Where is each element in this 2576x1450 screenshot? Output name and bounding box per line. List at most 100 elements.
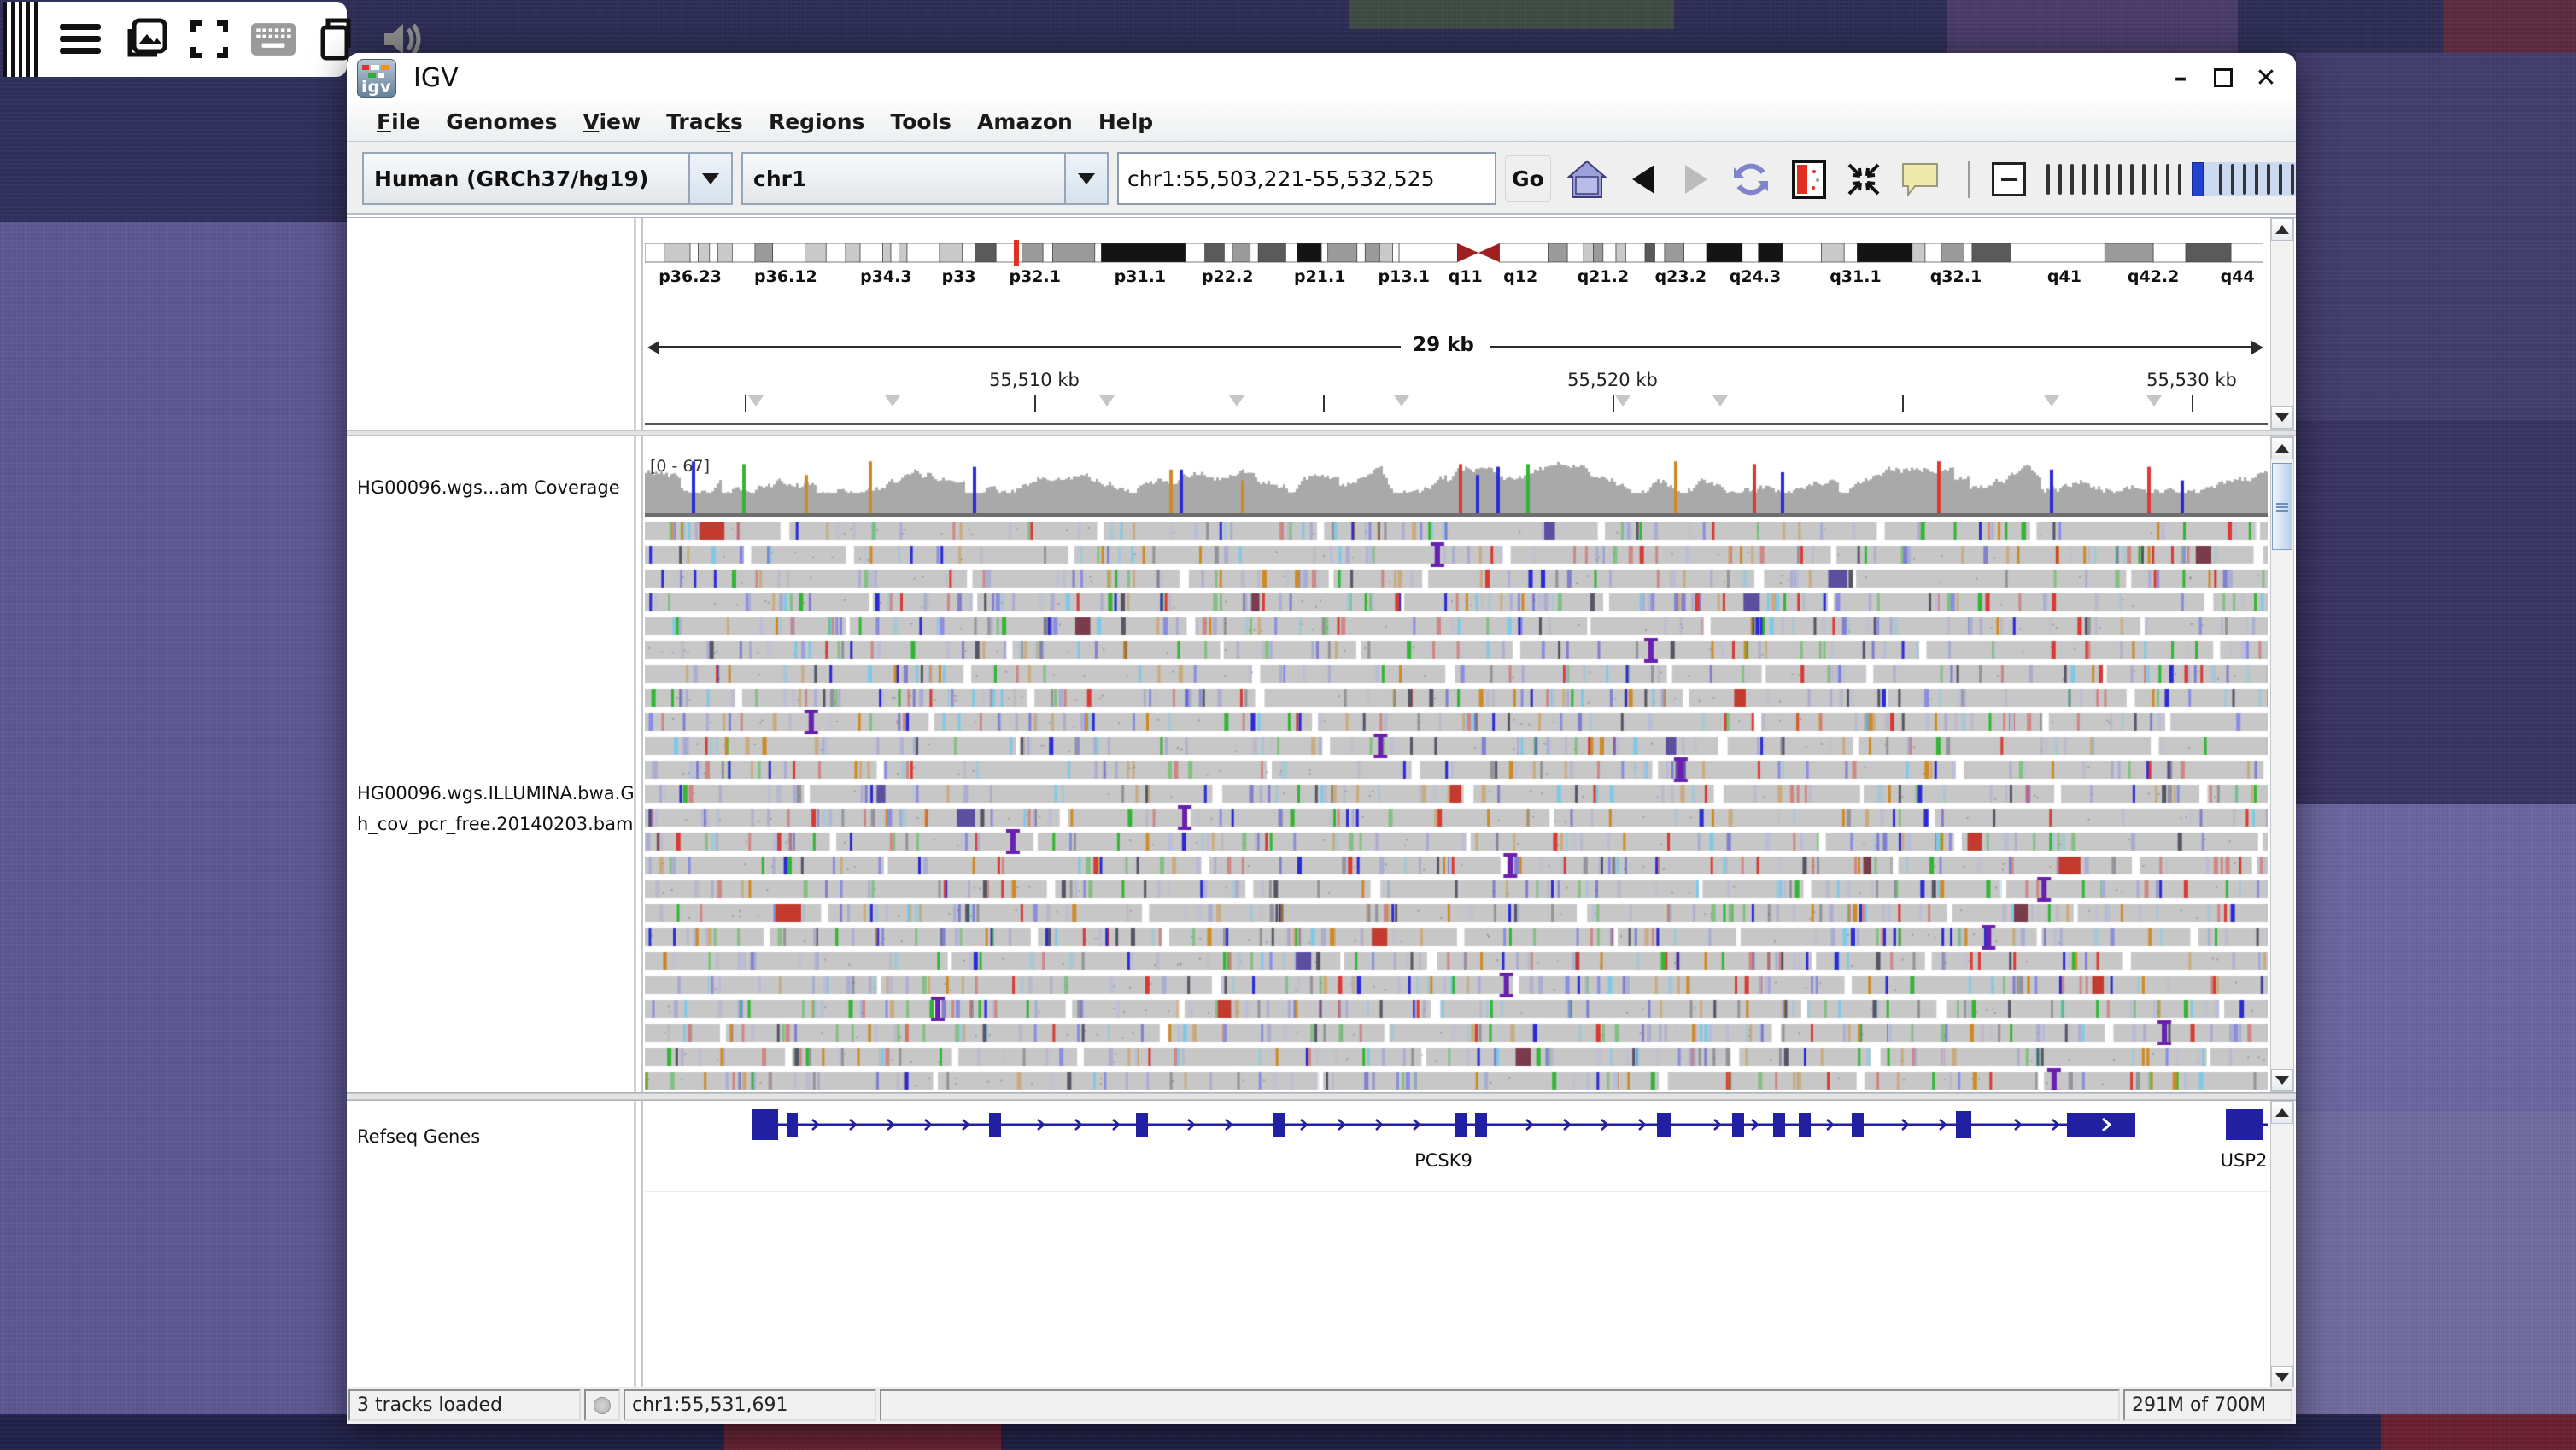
- zoom-minus-icon[interactable]: [1992, 162, 2026, 196]
- go-button[interactable]: Go: [1505, 155, 1551, 202]
- menu-tools[interactable]: Tools: [877, 109, 964, 134]
- menu-file[interactable]: File: [364, 109, 433, 134]
- fit-to-window-icon[interactable]: [1843, 159, 1884, 200]
- zoom-tick: [2094, 164, 2098, 195]
- zoom-slider-handle[interactable]: [2192, 162, 2204, 196]
- ruler-marker-triangle: [1615, 395, 1630, 406]
- zoom-tick: [2166, 164, 2169, 195]
- zoom-tick: [2106, 164, 2110, 195]
- band-label-p31.1: p31.1: [1115, 267, 1166, 286]
- panel-divider[interactable]: [634, 436, 636, 1092]
- minimize-button[interactable]: –: [2166, 63, 2195, 93]
- desktop-background: [2296, 1112, 2576, 1419]
- coverage-baseline: [645, 513, 2268, 517]
- span-arrow-line: [1490, 346, 2253, 348]
- vnc-toolbar: [3, 2, 347, 77]
- screenshot-icon[interactable]: [123, 17, 167, 61]
- alignment-track-label-line2[interactable]: h_cov_pcr_free.20140203.bam: [357, 814, 633, 834]
- ruler-label: 55,530 kb: [2146, 370, 2237, 390]
- coverage-track[interactable]: [645, 453, 2268, 513]
- menu-help[interactable]: Help: [1086, 109, 1166, 134]
- ideogram-label-column: [347, 218, 634, 430]
- region-tool-icon[interactable]: [1789, 159, 1830, 200]
- vnc-drag-handle[interactable]: [3, 2, 41, 77]
- menu-tracks[interactable]: Tracks: [653, 109, 756, 134]
- keyboard-icon[interactable]: [251, 17, 296, 61]
- zoom-tick: [2082, 164, 2086, 195]
- status-indicator-icon[interactable]: [594, 1397, 611, 1414]
- ideogram-scrollbar[interactable]: [2270, 218, 2294, 430]
- refseq-panel: Refseq Genes PCSK9 USP2: [347, 1100, 2296, 1390]
- close-button[interactable]: ✕: [2251, 63, 2280, 93]
- scrollbar-thumb[interactable]: [2272, 463, 2292, 550]
- band-label-q31.1: q31.1: [1830, 267, 1881, 286]
- genome-select[interactable]: Human (GRCh37/hg19): [362, 152, 733, 205]
- fullscreen-icon[interactable]: [190, 17, 229, 61]
- chromosome-select[interactable]: chr1: [741, 152, 1109, 205]
- menu-regions[interactable]: Regions: [756, 109, 878, 134]
- zoom-tick: [2267, 164, 2270, 195]
- ruler-marker-triangle: [1099, 395, 1115, 406]
- desktop-background: [1947, 0, 2238, 53]
- toolbar-separator: [1968, 161, 1970, 198]
- gene-label-usp2[interactable]: USP2: [2221, 1150, 2268, 1171]
- menu-icon[interactable]: [60, 17, 101, 61]
- ruler-marker-triangle: [1394, 395, 1409, 406]
- panel-divider[interactable]: [634, 218, 636, 430]
- ruler-tick: [745, 395, 746, 412]
- ruler-tick: [1613, 395, 1614, 412]
- locus-input[interactable]: [1117, 152, 1496, 205]
- zoom-tick: [2279, 164, 2282, 195]
- gene-label-pcsk9[interactable]: PCSK9: [1414, 1150, 1472, 1171]
- maximize-button[interactable]: [2214, 68, 2233, 87]
- ideogram-panel: 29 kb p36.23p36.12p34.3p33p32.1p31.1p22.…: [347, 217, 2296, 430]
- ruler-baseline: [645, 423, 2268, 425]
- home-icon[interactable]: [1566, 159, 1607, 200]
- coverage-range-label: [0 - 67]: [650, 457, 710, 476]
- refseq-track-label[interactable]: Refseq Genes: [357, 1126, 480, 1147]
- zoom-tick: [2231, 164, 2234, 195]
- scroll-up-arrow[interactable]: [2271, 437, 2293, 459]
- desktop-background: [1349, 0, 1674, 29]
- band-label-q24.3: q24.3: [1730, 267, 1781, 286]
- zoom-tick: [2154, 164, 2157, 195]
- title-bar[interactable]: igv IGV – ✕: [347, 53, 2296, 102]
- alignment-scrollbar[interactable]: [2270, 436, 2294, 1092]
- refresh-icon[interactable]: [1730, 159, 1771, 200]
- ruler-marker-triangle: [2044, 395, 2059, 406]
- alignment-track-label-line1[interactable]: HG00096.wgs.ILLUMINA.bwa.G: [357, 783, 635, 804]
- menu-amazon[interactable]: Amazon: [964, 109, 1086, 134]
- forward-icon[interactable]: [1676, 159, 1717, 200]
- menu-view[interactable]: View: [571, 109, 654, 134]
- band-label-q21.2: q21.2: [1578, 267, 1629, 286]
- menu-genomes[interactable]: Genomes: [433, 109, 570, 134]
- status-indicator-box: [584, 1389, 620, 1421]
- alignment-reads-track[interactable]: [645, 522, 2268, 1090]
- genome-select-value: Human (GRCh37/hg19): [364, 167, 648, 191]
- band-label-q41: q41: [2047, 267, 2081, 286]
- band-label-q32.1: q32.1: [1930, 267, 1982, 286]
- panel-splitter[interactable]: [347, 1093, 2296, 1100]
- scroll-down-arrow[interactable]: [2271, 1069, 2293, 1091]
- panel-divider[interactable]: [634, 1101, 636, 1389]
- track-divider: [645, 1191, 2270, 1192]
- menu-bar: FileGenomesViewTracksRegionsToolsAmazonH…: [347, 102, 2296, 142]
- memory-status: 291M of 700M: [2123, 1389, 2292, 1421]
- refseq-scrollbar[interactable]: [2270, 1101, 2294, 1389]
- scroll-down-arrow[interactable]: [2271, 406, 2293, 429]
- band-label-q42.2: q42.2: [2128, 267, 2179, 286]
- back-icon[interactable]: [1623, 159, 1664, 200]
- igv-app-icon: igv: [357, 59, 396, 98]
- scroll-up-arrow[interactable]: [2271, 219, 2293, 241]
- chevron-down-icon[interactable]: [688, 154, 731, 203]
- scroll-down-arrow[interactable]: [2271, 1366, 2293, 1389]
- refseq-gene-track[interactable]: [645, 1101, 2268, 1152]
- message-status-box: [880, 1389, 2120, 1421]
- coverage-track-label[interactable]: HG00096.wgs...am Coverage: [357, 477, 620, 498]
- tooltip-bubble-icon[interactable]: [1900, 159, 1941, 200]
- band-label-p34.3: p34.3: [860, 267, 911, 286]
- chevron-down-icon[interactable]: [1064, 154, 1107, 203]
- main-toolbar: Human (GRCh37/hg19) chr1 Go: [347, 142, 2296, 215]
- chromosome-ideogram[interactable]: [645, 240, 2263, 266]
- scroll-up-arrow[interactable]: [2271, 1102, 2293, 1124]
